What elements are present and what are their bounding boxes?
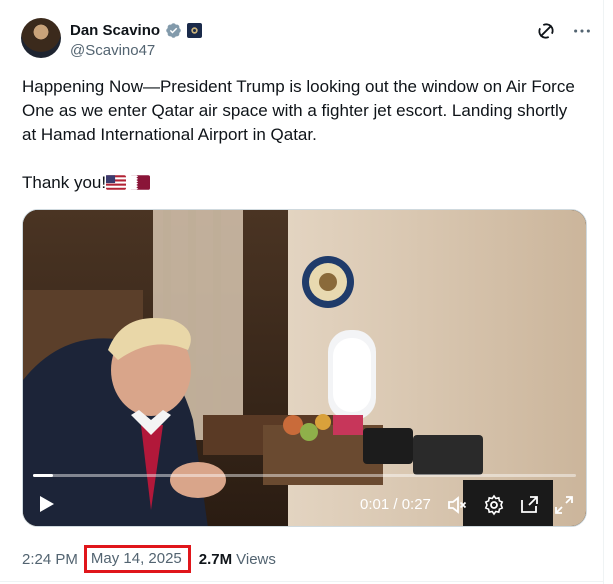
play-icon[interactable] [35,493,57,515]
qatar-flag-icon [130,175,151,190]
video-time: 0:01 / 0:27 [360,496,431,513]
tweet-text: Happening Now—President Trump is looking… [22,77,580,144]
tweet-meta: 2:24 PM May 14, 2025 2.7M Views [22,545,276,573]
picture-in-picture-icon[interactable] [518,494,540,516]
us-flag-icon [106,175,127,190]
tweet-time[interactable]: 2:24 PM [22,551,78,568]
affiliation-badge-icon[interactable] [187,22,203,38]
views-count[interactable]: 2.7M [199,551,232,568]
frame-divider-bottom [0,581,604,582]
settings-gear-icon[interactable] [483,494,505,516]
fullscreen-icon[interactable] [553,494,575,516]
more-options-icon[interactable] [571,20,593,42]
author-handle[interactable]: @Scavino47 [70,42,155,59]
verified-badge-icon[interactable] [165,22,182,39]
video-frame [23,210,586,526]
display-name[interactable]: Dan Scavino [70,22,160,39]
avatar[interactable] [21,18,61,58]
video-progress-fill [33,474,54,477]
tweet-body: Happening Now—President Trump is looking… [22,75,582,195]
author-name-row: Dan Scavino [70,20,203,40]
tweet-thanks: Thank you! [22,173,107,192]
tweet-date[interactable]: May 14, 2025 [91,550,182,567]
date-highlight-box: May 14, 2025 [83,545,191,573]
grok-icon[interactable] [535,20,557,42]
video-player[interactable]: 0:01 / 0:27 [22,209,587,527]
frame-divider-right [603,0,604,584]
tweet-top-actions [535,20,593,42]
views-label: Views [236,550,276,568]
video-progress-bar[interactable] [33,474,576,477]
mute-icon[interactable] [446,494,468,516]
